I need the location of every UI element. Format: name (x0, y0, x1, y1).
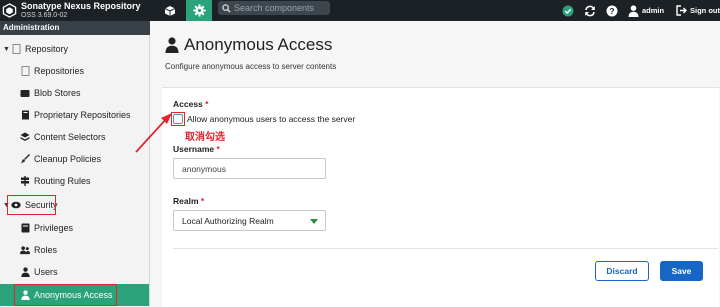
broom-icon (20, 154, 30, 164)
username-input[interactable] (173, 158, 326, 179)
sidebar-item-label: Privileges (34, 223, 74, 233)
realm-select-value: Local Authorizing Realm (182, 215, 274, 226)
realm-select[interactable]: Local Authorizing Realm (173, 210, 326, 231)
annotation-arrow-icon (135, 113, 172, 153)
sidebar-item-label: Repositories (34, 66, 85, 76)
user-menu[interactable]: admin (628, 0, 664, 21)
discard-button[interactable]: Discard (595, 261, 649, 281)
sidebar-item-label: Repository (25, 44, 69, 54)
sidebar-item-label: Cleanup Policies (34, 154, 102, 164)
security-highlight-box (7, 195, 56, 215)
page-description: Configure anonymous access to server con… (165, 62, 337, 71)
signout-button[interactable]: Sign out (676, 0, 720, 21)
sidebar-item-label: Proprietary Repositories (34, 110, 131, 120)
page-title-text: Anonymous Access (184, 35, 333, 54)
help-button[interactable]: ? (606, 0, 618, 21)
repositories-icon (20, 66, 30, 76)
access-label: Access * (173, 99, 208, 109)
required-mark: * (205, 99, 209, 109)
blob-stores-icon (20, 88, 30, 98)
sidebar-item-label: Content Selectors (34, 132, 106, 142)
svg-text:?: ? (609, 6, 614, 16)
allow-anonymous-label[interactable]: Allow anonymous users to access the serv… (187, 114, 355, 124)
sidebar-item-users[interactable]: Users (0, 261, 149, 283)
refresh-icon (585, 5, 595, 16)
signout-label: Sign out (690, 6, 720, 15)
browse-button[interactable] (159, 0, 181, 21)
check-circle-icon (562, 5, 574, 16)
access-label-text: Access (173, 99, 203, 109)
required-mark: * (200, 196, 205, 206)
administration-button[interactable] (186, 0, 212, 21)
layers-icon (20, 132, 30, 142)
sidebar-item-routing-rules[interactable]: Routing Rules (0, 170, 149, 192)
dropdown-arrow-icon (310, 219, 318, 224)
required-mark: * (216, 144, 220, 154)
gear-icon (192, 4, 206, 17)
search-input[interactable] (234, 3, 330, 13)
anonymous-access-highlight-box (14, 284, 117, 306)
repository-icon (11, 44, 21, 54)
save-button[interactable]: Save (660, 261, 703, 281)
sidebar-item-privileges[interactable]: Privileges (0, 217, 149, 239)
form-divider (173, 248, 718, 249)
sign-out-icon (676, 5, 687, 16)
sidebar-section-title: Administration (0, 21, 150, 35)
app-name: Sonatype Nexus Repository (21, 0, 141, 11)
system-status[interactable] (562, 0, 574, 21)
search-icon (222, 3, 231, 13)
sidebar-item-proprietary-repositories[interactable]: Proprietary Repositories (0, 104, 149, 126)
user-name: admin (642, 6, 665, 15)
sidebar: Administration ▼ Repository Repositories… (0, 21, 150, 307)
realm-label: Realm * (173, 196, 204, 206)
brand[interactable]: Sonatype Nexus Repository OSS 3.69.0-02 (2, 0, 141, 21)
user-icon (165, 37, 179, 53)
caret-down-icon: ▼ (3, 45, 10, 53)
nexus-logo-icon (2, 3, 17, 18)
signpost-icon (20, 176, 30, 186)
sidebar-item-label: Roles (34, 245, 58, 255)
user-icon (628, 4, 639, 17)
sidebar-item-blob-stores[interactable]: Blob Stores (0, 82, 149, 104)
sidebar-item-label: Users (34, 267, 58, 277)
settings-form: Access * Allow anonymous users to access… (162, 87, 719, 307)
sidebar-item-repository[interactable]: ▼ Repository (0, 38, 149, 60)
badge-icon (20, 223, 30, 233)
help-icon: ? (606, 5, 618, 16)
sidebar-item-cleanup-policies[interactable]: Cleanup Policies (0, 148, 149, 170)
search-box[interactable] (218, 1, 330, 15)
realm-label-text: Realm (173, 196, 199, 206)
annotation-text: 取消勾选 (185, 132, 225, 143)
user-icon (20, 267, 30, 277)
top-bar: Sonatype Nexus Repository OSS 3.69.0-02 (0, 0, 720, 21)
users-group-icon (20, 245, 30, 255)
username-label-text: Username (173, 144, 215, 154)
sidebar-item-content-selectors[interactable]: Content Selectors (0, 126, 149, 148)
proprietary-icon (20, 110, 30, 120)
refresh-button[interactable] (584, 0, 596, 21)
cube-icon (164, 5, 176, 16)
sidebar-item-roles[interactable]: Roles (0, 239, 149, 261)
sidebar-item-label: Blob Stores (34, 88, 81, 98)
main-content: Anonymous Access Configure anonymous acc… (150, 21, 720, 307)
page-title: Anonymous Access (165, 35, 332, 55)
app-version: OSS 3.69.0-02 (21, 11, 68, 19)
username-label: Username * (173, 144, 220, 154)
sidebar-item-repositories[interactable]: Repositories (0, 60, 149, 82)
sidebar-item-label: Routing Rules (34, 176, 91, 186)
